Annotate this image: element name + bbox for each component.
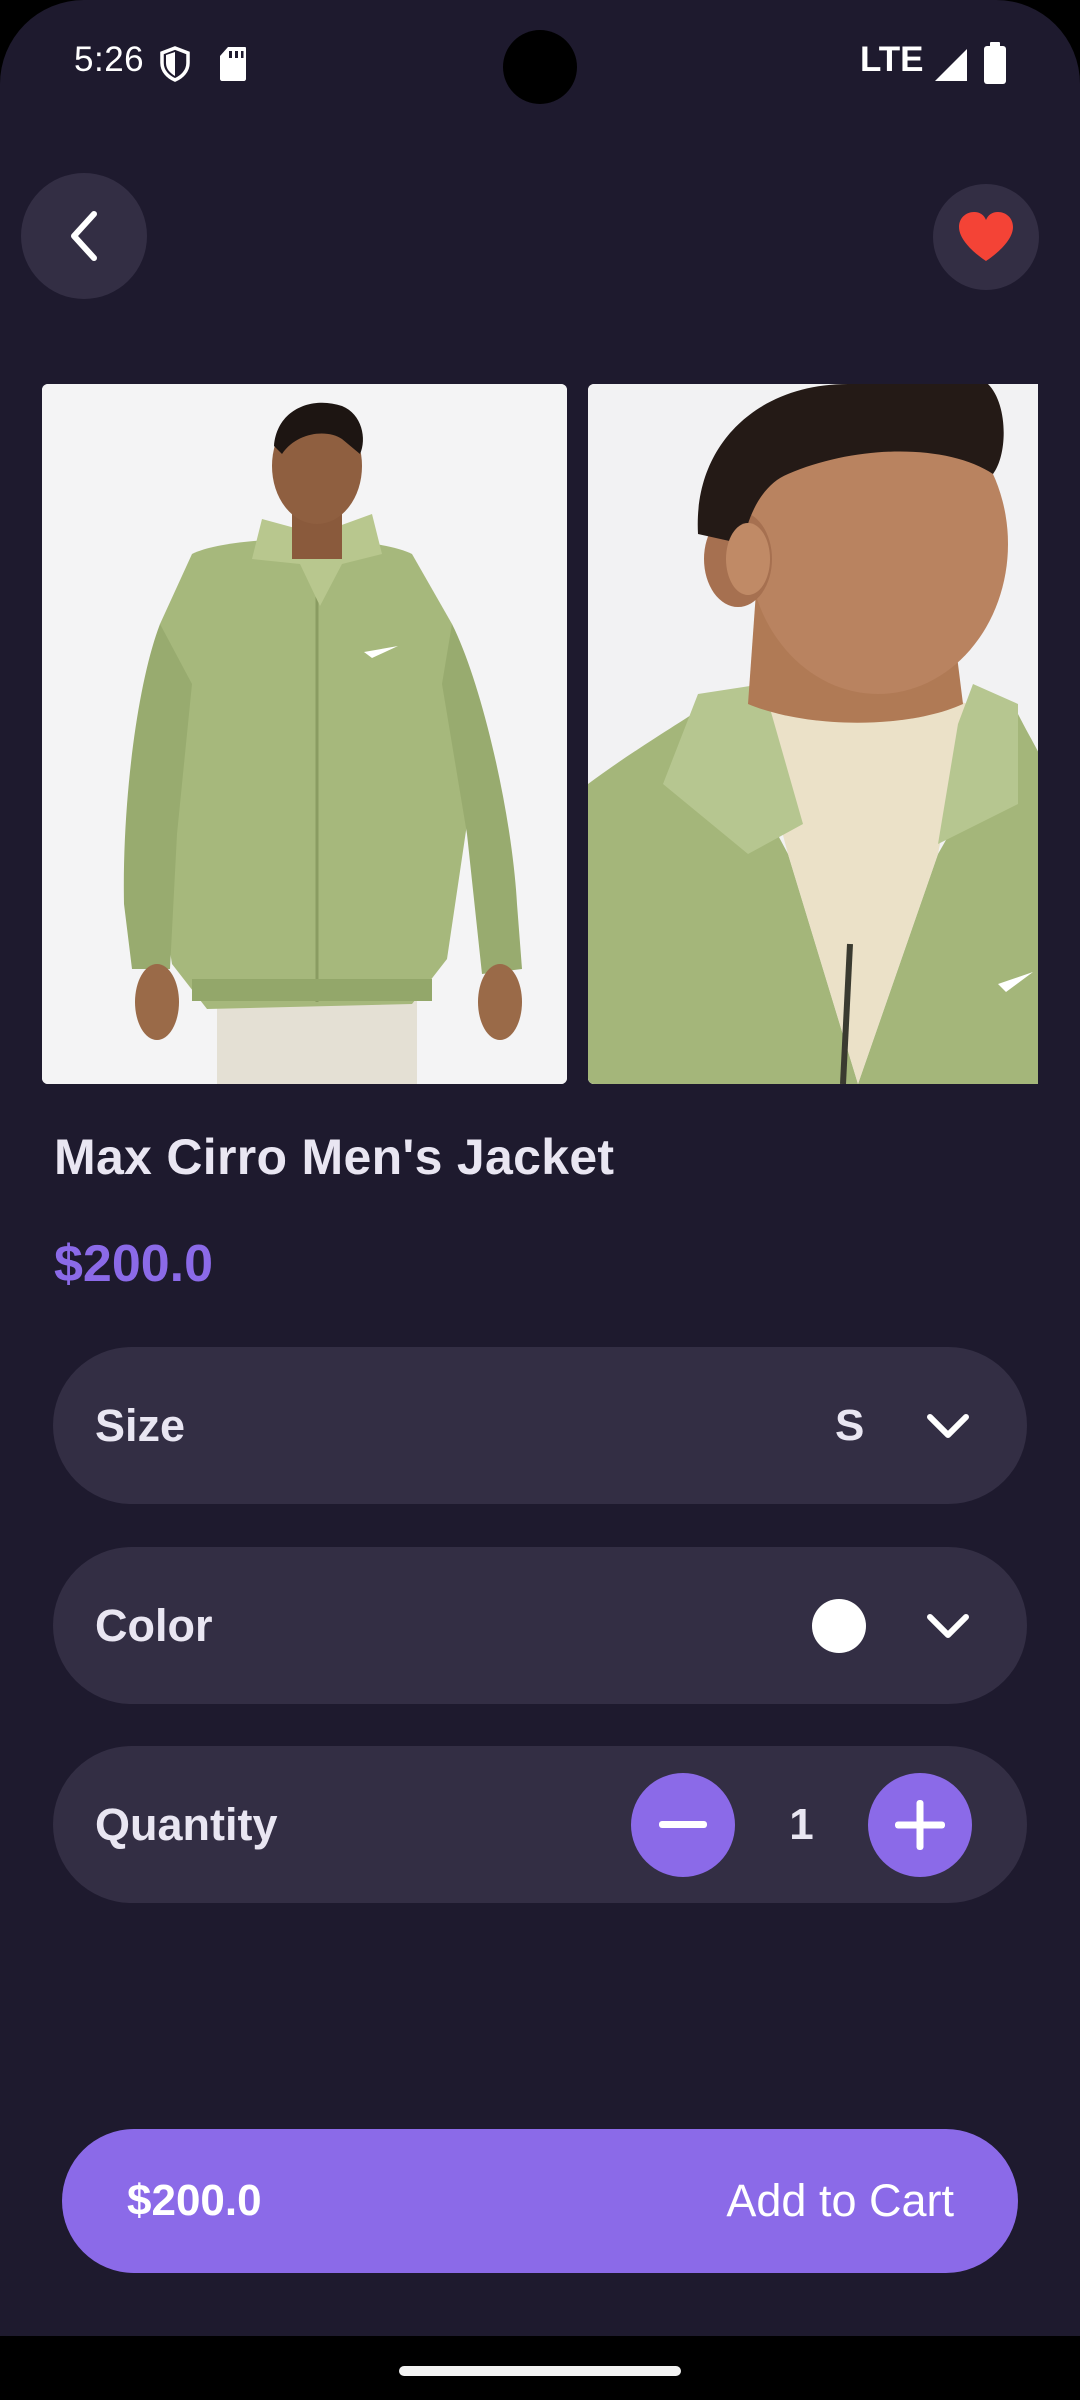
app-screen: 5:26 LTE Max Cirro Men's Jacket $200.0 S… <box>0 0 1080 2400</box>
increase-quantity-button[interactable] <box>868 1772 972 1877</box>
product-title: Max Cirro Men's Jacket <box>54 1129 615 1185</box>
status-time: 5:26 <box>74 40 145 79</box>
chevron-left-icon <box>71 211 97 261</box>
product-image[interactable] <box>588 384 1038 1084</box>
color-label: Color <box>95 1599 213 1651</box>
heart-icon <box>959 212 1013 261</box>
quantity-value: 1 <box>789 1799 814 1849</box>
back-button[interactable] <box>21 173 147 299</box>
cart-total-price: $200.0 <box>127 2176 262 2225</box>
color-swatch <box>812 1598 866 1653</box>
signal-icon <box>935 49 967 81</box>
network-type: LTE <box>860 40 924 79</box>
sd-card-icon <box>220 47 246 81</box>
status-bar: 5:26 LTE <box>0 0 1080 130</box>
decrease-quantity-button[interactable] <box>631 1772 735 1877</box>
image-gallery[interactable] <box>42 384 1038 1084</box>
quantity-stepper: Quantity 1 <box>53 1746 1027 1903</box>
product-image[interactable] <box>42 384 567 1084</box>
navigation-bar <box>0 2336 1080 2400</box>
chevron-down-icon[interactable] <box>923 1608 973 1644</box>
quantity-label: Quantity <box>95 1798 278 1850</box>
favorite-button[interactable] <box>933 184 1039 290</box>
jacket-collar-closeup-photo <box>588 384 1038 1084</box>
add-to-cart-button[interactable]: $200.0 Add to Cart <box>62 2129 1018 2273</box>
chevron-down-icon[interactable] <box>923 1408 973 1444</box>
plus-icon <box>895 1799 945 1850</box>
add-to-cart-label: Add to Cart <box>726 2175 954 2226</box>
size-selector[interactable]: Size S <box>53 1347 1027 1504</box>
jacket-front-photo <box>42 384 567 1084</box>
camera-cutout <box>503 30 577 104</box>
home-indicator[interactable] <box>399 2366 681 2376</box>
minus-icon <box>659 1820 707 1828</box>
product-price: $200.0 <box>54 1235 214 1293</box>
size-value: S <box>835 1400 865 1450</box>
shield-icon <box>160 46 190 82</box>
size-label: Size <box>95 1399 186 1451</box>
battery-icon <box>984 42 1006 84</box>
color-selector[interactable]: Color <box>53 1547 1027 1704</box>
